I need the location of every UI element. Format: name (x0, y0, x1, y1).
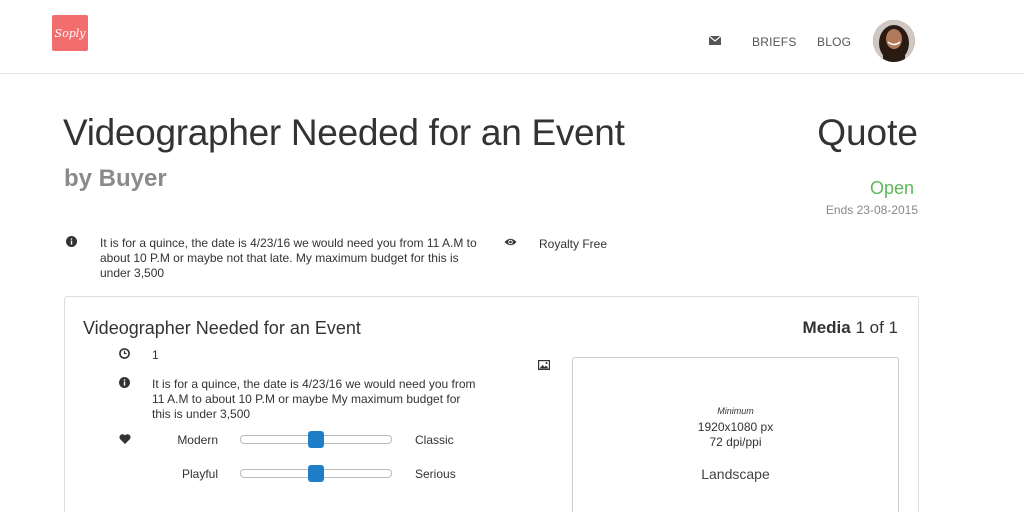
heart-icon (119, 434, 131, 444)
eye-icon (504, 238, 517, 246)
card-title: Videographer Needed for an Event (83, 318, 361, 338)
style-slider-playful-serious[interactable] (240, 465, 392, 482)
media-counter: Media 1 of 1 (803, 318, 898, 338)
logo-text: Soply (54, 26, 86, 40)
info-icon (66, 236, 77, 247)
media-count: 1 of 1 (855, 318, 898, 337)
spec-minimum-label: Minimum (717, 406, 754, 416)
spec-dpi: 72 dpi/ppi (709, 435, 762, 449)
slider-left-label: Modern (177, 433, 218, 447)
envelope-icon[interactable] (709, 36, 721, 45)
info-icon (119, 377, 130, 388)
image-icon (538, 360, 550, 370)
spec-resolution: 1920x1080 px (697, 420, 774, 434)
brief-description: It is for a quince, the date is 4/23/16 … (100, 236, 477, 280)
quantity-value: 1 (152, 348, 159, 362)
end-date: Ends 23-08-2015 (825, 203, 918, 217)
slider-thumb[interactable] (308, 431, 324, 448)
byline: by Buyer (64, 165, 167, 192)
spec-orientation: Landscape (701, 466, 770, 482)
slider-left-label: Playful (181, 467, 218, 481)
page-title: Videographer Needed for an Event (63, 112, 625, 153)
slider-thumb[interactable] (308, 465, 324, 482)
slider-right-label: Serious (415, 467, 456, 481)
style-slider-modern-classic[interactable] (240, 431, 392, 448)
nav-briefs-link[interactable]: BRIEFS (752, 35, 797, 49)
item-description: It is for a quince, the date is 4/23/16 … (152, 377, 476, 421)
brief-type: Quote (817, 112, 918, 153)
clock-icon (119, 348, 130, 359)
status-badge: Open (869, 178, 914, 198)
logo[interactable]: Soply (52, 15, 88, 51)
media-word: Media (802, 318, 851, 337)
slider-right-label: Classic (415, 433, 454, 447)
avatar[interactable] (873, 20, 915, 62)
nav-blog-link[interactable]: BLOG (817, 35, 851, 49)
license-label: Royalty Free (539, 237, 608, 251)
avatar-image (873, 20, 915, 62)
top-navbar: Soply BRIEFS BLOG (0, 0, 1024, 74)
